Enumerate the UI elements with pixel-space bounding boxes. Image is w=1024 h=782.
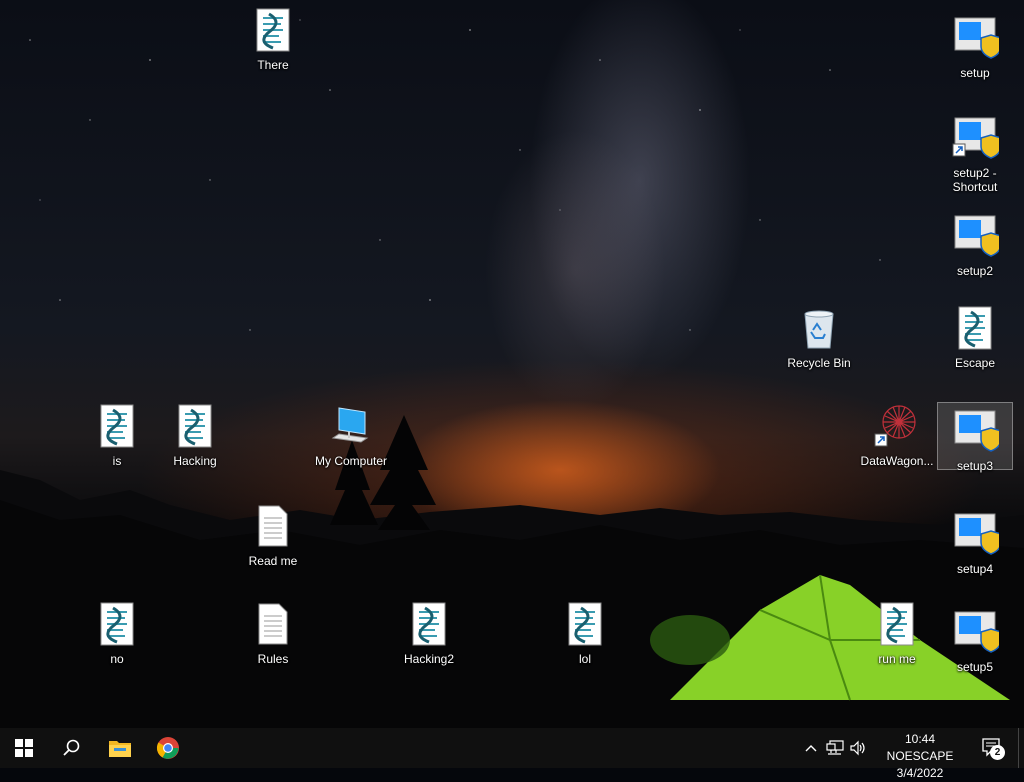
action-center-button[interactable]: 2 [978, 728, 1010, 768]
notification-count-badge: 2 [990, 745, 1005, 760]
icon-label: My Computer [314, 454, 388, 468]
script-file-icon [171, 402, 219, 450]
icon-label: DataWagon... [860, 454, 934, 468]
search-icon [63, 739, 80, 756]
script-file-icon [405, 600, 453, 648]
taskbar-clock[interactable]: 10:44 NOESCAPE 3/4/2022 [870, 731, 970, 782]
desktop-icon-setup5[interactable]: setup5 [937, 604, 1013, 700]
icon-label: run me [878, 652, 916, 666]
icon-label: is [112, 454, 122, 468]
script-file-icon [93, 402, 141, 450]
desktop-icon-my-computer[interactable]: My Computer [313, 398, 389, 494]
icon-label: no [110, 652, 124, 666]
recycle-bin-icon [795, 304, 843, 352]
icon-label: setup2 - Shortcut [952, 166, 998, 194]
text-file-icon [249, 502, 297, 550]
chevron-up-icon [805, 745, 817, 752]
script-file-icon [561, 600, 609, 648]
start-button[interactable] [0, 728, 48, 768]
desktop-icon-setup3[interactable]: setup3 [937, 402, 1013, 473]
icon-label: setup3 [956, 459, 994, 473]
icon-label: There [257, 58, 289, 72]
setup-icon [951, 14, 1002, 62]
icon-label: setup2 [956, 264, 994, 278]
script-file-icon [873, 600, 921, 648]
script-file-icon [93, 600, 141, 648]
show-desktop-button[interactable] [1018, 728, 1024, 768]
clock-time: 10:44 NOESCAPE [886, 732, 954, 763]
desktop-icon-read-me[interactable]: Read me [235, 498, 311, 594]
script-file-icon [951, 304, 999, 352]
icon-label: Escape [954, 356, 996, 370]
desktop-icon-datawagon[interactable]: DataWagon... [859, 398, 935, 494]
desktop-icon-setup2-shortcut[interactable]: setup2 - Shortcut [937, 110, 1013, 194]
icon-label: Hacking [173, 454, 217, 468]
icon-label: Hacking2 [403, 652, 455, 666]
computer-icon [327, 402, 375, 450]
script-file-icon [249, 6, 297, 54]
desktop-icon-setup4[interactable]: setup4 [937, 506, 1013, 602]
icon-label: Rules [257, 652, 289, 666]
desktop-icon-recycle-bin[interactable]: Recycle Bin [781, 300, 857, 396]
desktop-icon-setup[interactable]: setup [937, 10, 1013, 106]
desktop-icon-rules[interactable]: Rules [235, 596, 311, 692]
desktop-icon-escape[interactable]: Escape [937, 300, 1013, 396]
setup-icon [951, 510, 1002, 558]
icon-label: Read me [248, 554, 298, 568]
setup-icon [951, 608, 1002, 656]
network-icon [826, 740, 844, 755]
icon-label: setup4 [956, 562, 994, 576]
search-button[interactable] [48, 728, 96, 768]
desktop-icon-hacking2[interactable]: Hacking2 [391, 596, 467, 692]
setup-icon [951, 407, 1002, 455]
datawagon-app-icon [873, 402, 921, 450]
chrome-icon [156, 737, 179, 759]
network-button[interactable] [823, 728, 847, 768]
desktop-icon-setup2[interactable]: setup2 [937, 208, 1013, 304]
desktop-icon-there[interactable]: There [235, 2, 311, 98]
volume-button[interactable] [847, 728, 869, 768]
setup-icon [951, 212, 1002, 260]
taskbar: 10:44 NOESCAPE 3/4/2022 2 [0, 728, 1024, 780]
chrome-button[interactable] [144, 728, 192, 768]
text-file-icon [249, 600, 297, 648]
file-explorer-button[interactable] [96, 728, 144, 768]
desktop-icon-is[interactable]: is [79, 398, 155, 494]
windows-start-icon [15, 739, 33, 757]
desktop-icon-hacking[interactable]: Hacking [157, 398, 233, 494]
icon-label: setup [960, 66, 990, 80]
file-explorer-icon [109, 741, 131, 757]
icon-label: setup5 [956, 660, 994, 674]
volume-icon [850, 740, 865, 756]
desktop-icon-no[interactable]: no [79, 596, 155, 692]
icon-label: Recycle Bin [787, 356, 851, 370]
desktop-icon-run-me[interactable]: run me [859, 596, 935, 692]
setup-shortcut-icon [951, 114, 1002, 162]
icon-label: lol [578, 652, 591, 666]
desktop-icon-lol[interactable]: lol [547, 596, 623, 692]
show-hidden-icons-button[interactable] [801, 728, 821, 768]
